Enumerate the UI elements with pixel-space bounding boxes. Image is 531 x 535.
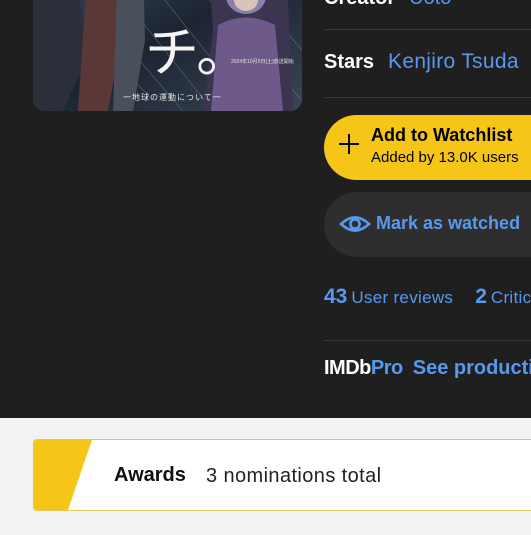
awards-value: 3 nominations total [206, 465, 382, 487]
awards-card[interactable]: Awards 3 nominations total [33, 439, 531, 511]
production-info-link[interactable]: See production info [413, 357, 531, 379]
poster-date: 2024年10月5日(土)放送開始 [231, 59, 294, 65]
user-reviews-count: 43 [324, 285, 348, 308]
stars-row: Stars Kenjiro Tsuda [324, 50, 519, 74]
imdbpro-row: IMDbPro See production info [324, 357, 531, 380]
critic-reviews-label: Critic reviews [490, 288, 531, 307]
mark-as-watched-button[interactable]: Mark as watched [324, 192, 531, 257]
watched-label: Mark as watched [376, 213, 521, 233]
creator-label: Creator [324, 0, 395, 9]
poster-kanji: チ。 [145, 21, 251, 84]
creator-row: Creator Uoto [324, 0, 451, 11]
divider [324, 29, 531, 30]
poster-subtitle: 一地球の運動について一 [123, 93, 222, 102]
user-reviews-link[interactable]: 43 User reviews [324, 285, 454, 308]
divider [324, 340, 531, 341]
star-link[interactable]: Kenjiro Tsuda [388, 50, 519, 73]
title-details-panel: チ。 一地球の運動について一 2024年10月5日(土)放送開始 Creator… [0, 0, 531, 418]
poster-image[interactable]: チ。 一地球の運動について一 2024年10月5日(土)放送開始 [33, 0, 302, 111]
user-reviews-label: User reviews [351, 288, 454, 307]
divider [324, 97, 531, 98]
imdbpro-logo: IMDbPro [324, 357, 403, 379]
eye-icon [339, 216, 371, 232]
reviews-row: 43User reviews 2Critic reviews [324, 285, 531, 309]
watchlist-count: Added by 13.0K users [371, 149, 519, 166]
critic-reviews-count: 2 [475, 285, 487, 308]
awards-label: Awards [114, 464, 186, 486]
creator-link[interactable]: Uoto [409, 0, 451, 9]
awards-accent-stripe [34, 440, 92, 510]
critic-reviews-link[interactable]: 2Critic reviews [475, 285, 531, 308]
watchlist-title: Add to Watchlist [371, 125, 513, 145]
stars-label: Stars [324, 51, 375, 73]
add-to-watchlist-button[interactable]: Add to Watchlist Added by 13.0K users [324, 115, 531, 180]
plus-icon [338, 133, 360, 155]
